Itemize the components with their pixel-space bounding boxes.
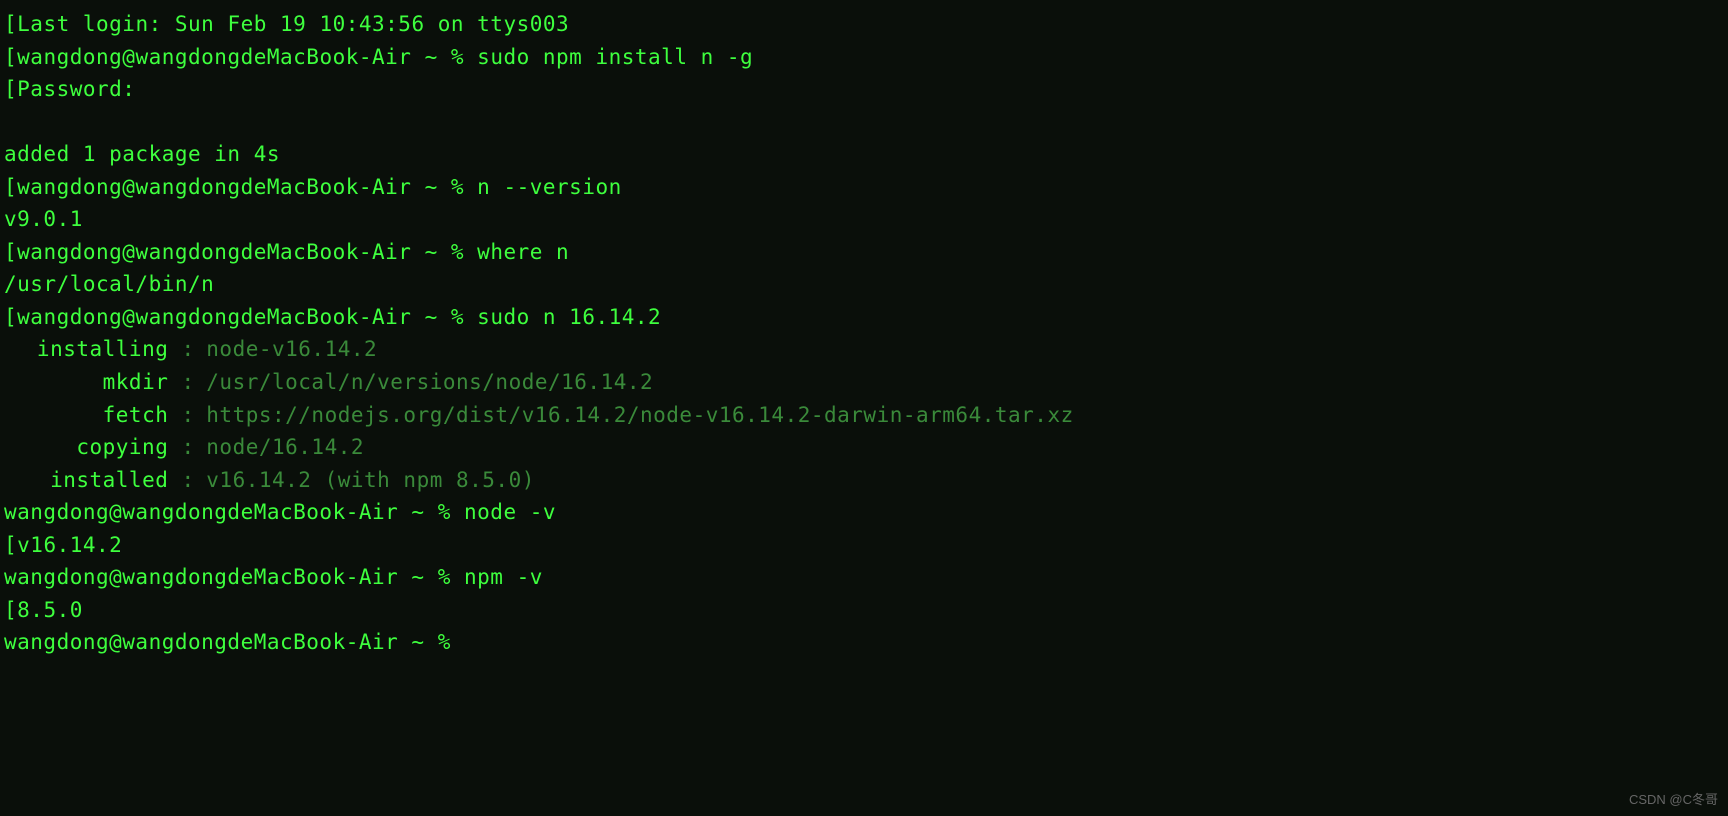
watermark-text: CSDN @C冬哥	[1629, 790, 1718, 810]
npm-version-output: [8.5.0	[4, 594, 1724, 627]
command-sudo-n-install: sudo n 16.14.2	[477, 305, 661, 329]
prompt-line-1: [wangdong@wangdongdeMacBook-Air ~ % sudo…	[4, 41, 1724, 74]
prompt-line-2: [wangdong@wangdongdeMacBook-Air ~ % n --…	[4, 171, 1724, 204]
command-where-n: where n	[477, 240, 569, 264]
where-n-output: /usr/local/bin/n	[4, 268, 1724, 301]
command-sudo-npm-install: sudo npm install n -g	[477, 45, 753, 69]
last-login-line: [Last login: Sun Feb 19 10:43:56 on ttys…	[4, 8, 1724, 41]
n-version-output: v9.0.1	[4, 203, 1724, 236]
command-node-v: node -v	[464, 500, 556, 524]
password-line: [Password:	[4, 73, 1724, 106]
command-npm-v: npm -v	[464, 565, 543, 589]
installing-line: installing : node-v16.14.2	[4, 333, 1724, 366]
added-package-line: added 1 package in 4s	[4, 138, 1724, 171]
mkdir-line: mkdir : /usr/local/n/versions/node/16.14…	[4, 366, 1724, 399]
prompt-line-7[interactable]: wangdong@wangdongdeMacBook-Air ~ %	[4, 626, 1724, 659]
prompt-line-5: wangdong@wangdongdeMacBook-Air ~ % node …	[4, 496, 1724, 529]
fetch-line: fetch : https://nodejs.org/dist/v16.14.2…	[4, 399, 1724, 432]
prompt-line-4: [wangdong@wangdongdeMacBook-Air ~ % sudo…	[4, 301, 1724, 334]
copying-line: copying : node/16.14.2	[4, 431, 1724, 464]
prompt-line-3: [wangdong@wangdongdeMacBook-Air ~ % wher…	[4, 236, 1724, 269]
installed-line: installed : v16.14.2 (with npm 8.5.0)	[4, 464, 1724, 497]
node-version-output: [v16.14.2	[4, 529, 1724, 562]
blank-line	[4, 106, 1724, 139]
terminal-window[interactable]: { "terminal": { "lastLogin": "Last login…	[0, 0, 1728, 816]
prompt-line-6: wangdong@wangdongdeMacBook-Air ~ % npm -…	[4, 561, 1724, 594]
command-n-version: n --version	[477, 175, 622, 199]
